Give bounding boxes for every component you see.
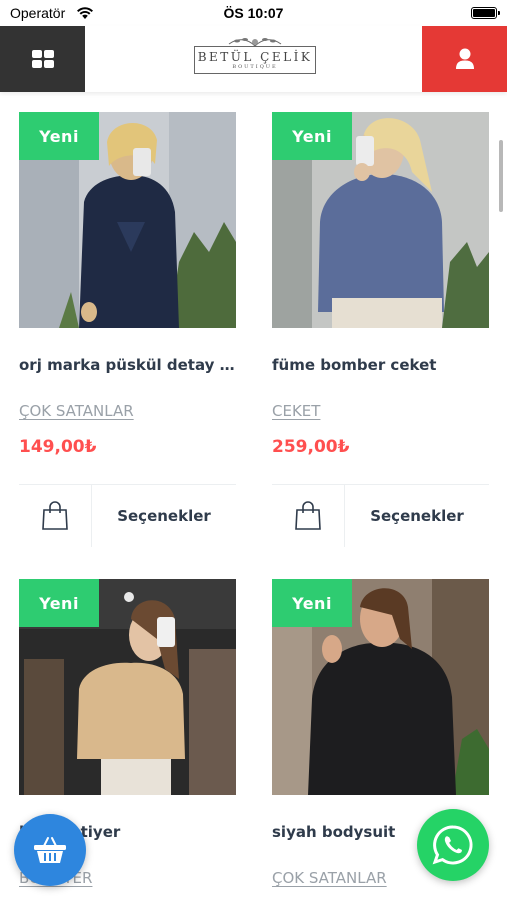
new-badge: Yeni	[272, 579, 352, 627]
battery-icon	[471, 7, 500, 19]
product-actions: Seçenekler	[19, 484, 236, 547]
logo-name: BETÜL ÇELİK	[197, 49, 313, 64]
account-button[interactable]	[422, 26, 507, 92]
product-image[interactable]: Yeni	[272, 112, 489, 328]
product-category-link[interactable]: ÇOK SATANLAR	[19, 402, 134, 420]
product-image[interactable]: Yeni	[19, 579, 236, 795]
add-to-cart-button[interactable]	[19, 485, 92, 547]
user-icon	[455, 48, 474, 69]
add-to-cart-button[interactable]	[272, 485, 345, 547]
options-button[interactable]: Seçenekler	[92, 485, 236, 546]
product-price: 149,00₺	[19, 437, 97, 457]
product-card[interactable]: Yeni füme bomber ceket CEKET 259,00₺ Seç…	[272, 112, 489, 547]
whatsapp-icon	[432, 825, 473, 865]
product-actions: Seçenekler	[272, 484, 489, 547]
product-category-link[interactable]: ÇOK SATANLAR	[272, 869, 387, 887]
product-image[interactable]: Yeni	[272, 579, 489, 795]
product-category-link[interactable]: CEKET	[272, 402, 320, 420]
options-button[interactable]: Seçenekler	[345, 485, 489, 546]
whatsapp-button[interactable]	[417, 809, 489, 881]
new-badge: Yeni	[272, 112, 352, 160]
brand-logo[interactable]: BETÜL ÇELİK BOUTIQUE	[193, 36, 317, 84]
grid-icon	[31, 50, 54, 68]
product-card[interactable]: Yeni orj marka püskül detay elbise ÇOK S…	[19, 112, 236, 547]
status-bar: Operatör ÖS 10:07	[0, 0, 507, 26]
product-image[interactable]: Yeni	[19, 112, 236, 328]
category-menu-button[interactable]	[0, 26, 85, 92]
shopping-bag-icon	[295, 501, 321, 530]
new-badge: Yeni	[19, 112, 99, 160]
app-header: BETÜL ÇELİK BOUTIQUE	[0, 26, 507, 92]
basket-icon	[34, 837, 66, 863]
product-title[interactable]: orj marka püskül detay elbise	[19, 356, 236, 378]
shopping-bag-icon	[42, 501, 68, 530]
new-badge: Yeni	[19, 579, 99, 627]
clock: ÖS 10:07	[223, 5, 284, 21]
product-title[interactable]: füme bomber ceket	[272, 356, 489, 378]
cart-button[interactable]	[14, 814, 86, 886]
product-price: 259,00₺	[272, 437, 350, 457]
logo-subtitle: BOUTIQUE	[232, 63, 278, 70]
floral-ornament-icon	[228, 38, 282, 47]
scrollbar[interactable]	[499, 140, 503, 212]
